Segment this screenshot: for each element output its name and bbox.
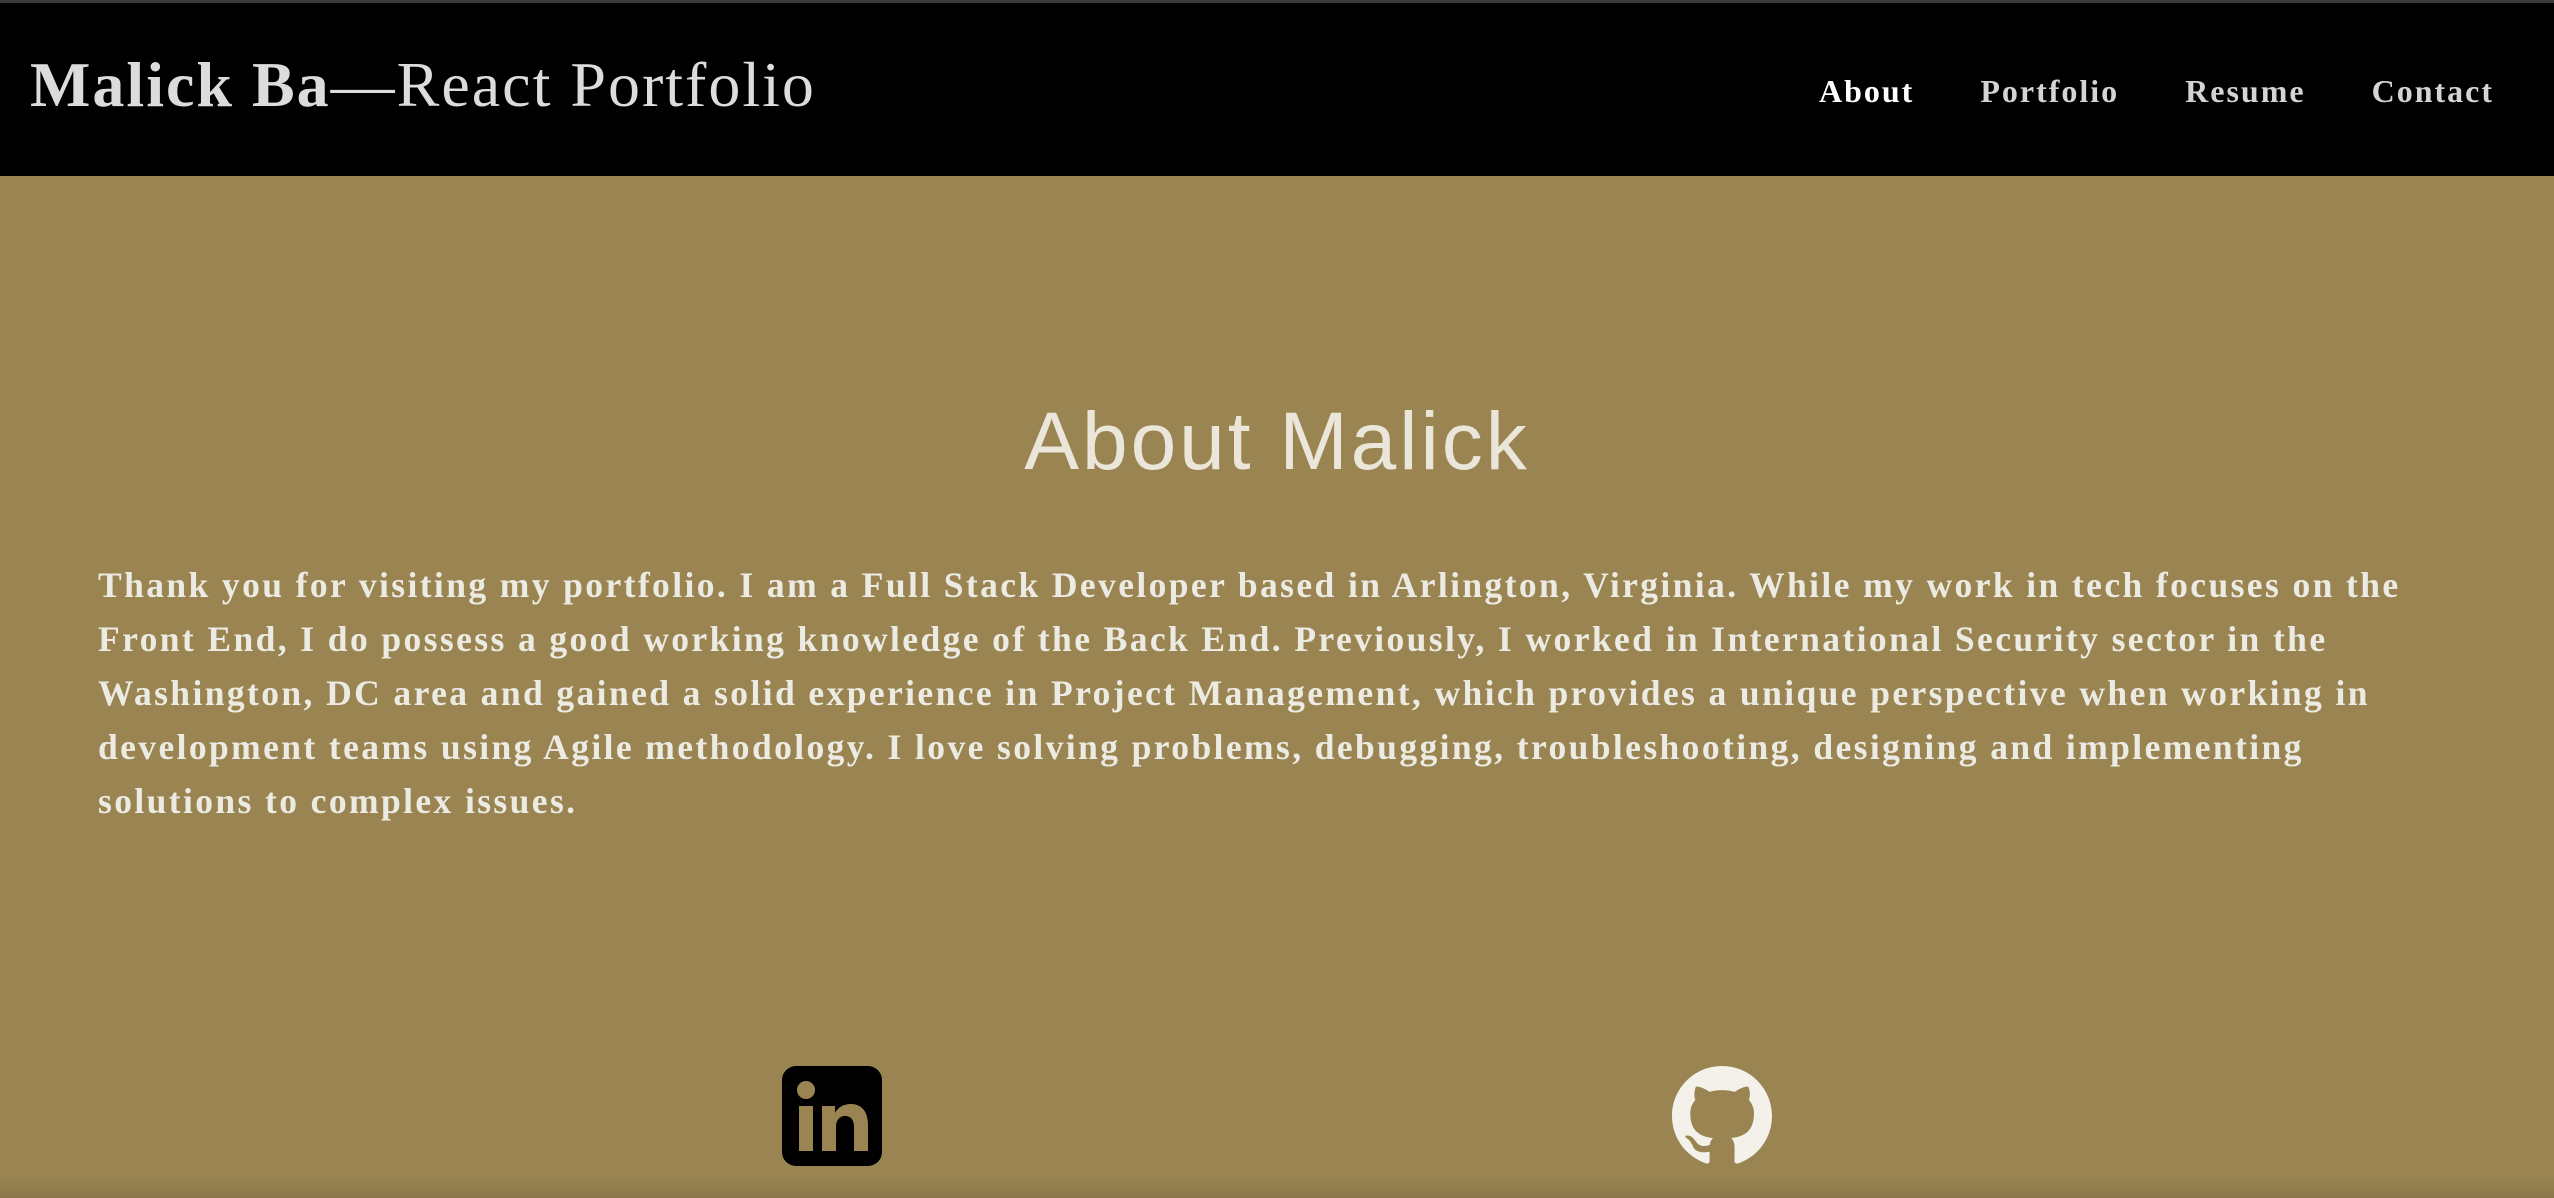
nav-portfolio[interactable]: Portfolio [1980,71,2119,111]
linkedin-link[interactable] [782,1066,882,1166]
linkedin-icon [782,1066,882,1166]
nav-contact[interactable]: Contact [2372,71,2494,111]
about-section: About Malick Thank you for visiting my p… [0,176,2554,1198]
main-nav: About Portfolio Resume Contact [1819,71,2494,111]
site-title[interactable]: Malick Ba—React Portfolio [30,47,816,123]
nav-about[interactable]: About [1819,71,1914,111]
brand-name: Malick Ba [30,49,331,120]
page-title: About Malick [1024,396,1530,487]
bottom-shadow [0,1174,2554,1198]
about-paragraph: Thank you for visiting my portfolio. I a… [98,565,2401,821]
github-icon [1672,1066,1772,1164]
github-link[interactable] [1672,1066,1772,1166]
site-header: Malick Ba—React Portfolio About Portfoli… [0,0,2554,176]
nav-resume[interactable]: Resume [2185,71,2305,111]
brand-subtitle: —React Portfolio [330,49,816,120]
